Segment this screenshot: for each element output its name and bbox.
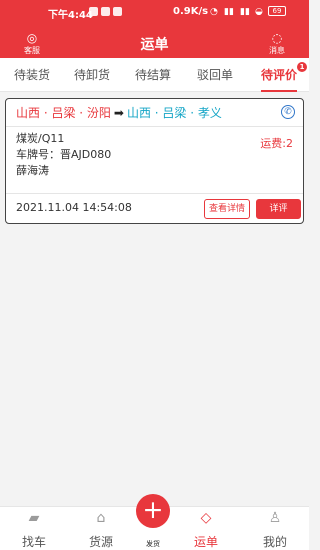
nav-waybill-label: 运单 bbox=[193, 535, 218, 549]
tab-pending-settlement[interactable]: 待结算 bbox=[133, 58, 173, 92]
messages-button[interactable]: ◌ 消息 bbox=[263, 32, 291, 56]
network-speed: 0.9K/s bbox=[173, 6, 209, 17]
waybill-tabs: 待装货 待卸货 待结算 驳回单 待评价 1 bbox=[0, 58, 309, 92]
status-bar: 下午4:44 0.9K/s ◔ ▮▮ ▮▮ ◒ 69 bbox=[0, 0, 309, 24]
route-destination: 山西 · 吕梁 · 孝义 bbox=[126, 106, 222, 120]
cargo-icon: ⌂ bbox=[96, 510, 106, 526]
phone-icon[interactable]: ✆ bbox=[281, 105, 295, 119]
battery-icon: 69 bbox=[268, 6, 286, 16]
publish-cargo-label: 发货 bbox=[146, 540, 160, 548]
notification-icon bbox=[89, 7, 98, 16]
plate-row: 车牌号：晋AJD080 bbox=[16, 147, 111, 163]
top-header: 下午4:44 0.9K/s ◔ ▮▮ ▮▮ ◒ 69 ◎ 客服 运单 ◌ 消息 bbox=[0, 0, 309, 58]
waybill-card[interactable]: 山西 · 吕梁 · 汾阳 ➡ 山西 · 吕梁 · 孝义 ✆ 煤炭/Q11 车牌号：晋… bbox=[5, 98, 304, 224]
tab-pending-unloading[interactable]: 待卸货 bbox=[72, 58, 112, 92]
pending-review-badge: 1 bbox=[297, 62, 307, 72]
shield-icon: ◇ bbox=[200, 510, 212, 526]
user-icon: ♙ bbox=[268, 510, 282, 526]
status-time: 下午4:44 bbox=[48, 10, 93, 21]
view-details-button[interactable]: 查看详情 bbox=[204, 199, 250, 219]
review-button[interactable]: 详评 bbox=[256, 199, 301, 219]
alarm-icon: ◔ bbox=[210, 7, 218, 17]
nav-waybill[interactable]: ◇ 运单 bbox=[181, 507, 231, 550]
arrow-right-icon: ➡ bbox=[113, 106, 124, 120]
route-origin: 山西 · 吕梁 · 汾阳 bbox=[16, 106, 111, 120]
publish-cargo-button[interactable]: + bbox=[136, 494, 170, 528]
notification-icon bbox=[113, 7, 122, 16]
card-divider bbox=[6, 126, 303, 127]
nav-cargo-label: 货源 bbox=[88, 535, 113, 549]
route: 山西 · 吕梁 · 汾阳 ➡ 山西 · 吕梁 · 孝义 bbox=[16, 103, 222, 123]
plate-number: 晋AJD080 bbox=[60, 148, 112, 161]
tab-pending-review-label: 待评价 bbox=[260, 68, 297, 82]
goods-info: 煤炭/Q11 bbox=[16, 132, 65, 145]
truck-icon: ▰ bbox=[28, 510, 40, 526]
driver-name: 薛海涛 bbox=[16, 164, 49, 177]
shipment-info: 煤炭/Q11 车牌号：晋AJD080 薛海涛 bbox=[16, 131, 111, 179]
card-divider bbox=[6, 193, 303, 194]
freight-fee: 运费:2 bbox=[260, 137, 293, 150]
nav-mine[interactable]: ♙ 我的 bbox=[250, 507, 300, 550]
signal-icon: ▮▮ bbox=[224, 7, 234, 17]
notification-icon bbox=[101, 7, 110, 16]
tab-pending-loading[interactable]: 待装货 bbox=[12, 58, 52, 92]
message-icon: ◌ bbox=[271, 31, 283, 45]
plate-label: 车牌号： bbox=[16, 148, 60, 161]
waybill-date: 2021.11.04 14:54:08 bbox=[16, 201, 132, 214]
tab-rejected[interactable]: 驳回单 bbox=[195, 58, 235, 92]
wifi-icon: ◒ bbox=[255, 7, 263, 17]
nav-mine-label: 我的 bbox=[262, 535, 287, 549]
nav-cargo[interactable]: ⌂ 货源 bbox=[76, 507, 126, 550]
tab-pending-review[interactable]: 待评价 1 bbox=[259, 58, 307, 92]
nav-find-vehicle[interactable]: ▰ 找车 bbox=[9, 507, 59, 550]
messages-label: 消息 bbox=[269, 46, 285, 55]
signal-icon: ▮▮ bbox=[240, 7, 250, 17]
nav-find-vehicle-label: 找车 bbox=[21, 535, 46, 549]
